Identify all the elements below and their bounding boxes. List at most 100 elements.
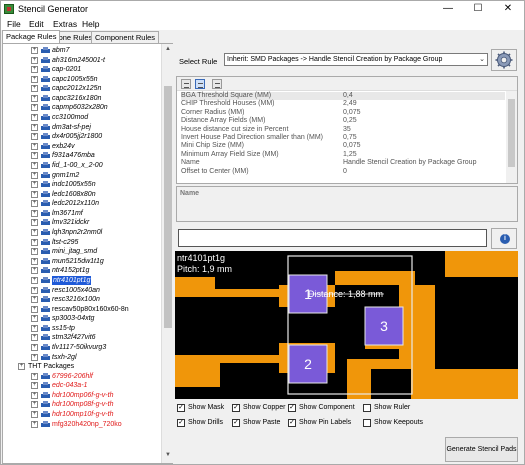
- expand-icon[interactable]: +: [31, 56, 38, 64]
- checkbox-unchecked-icon[interactable]: [363, 404, 371, 412]
- property-grid-scrollbar[interactable]: [506, 91, 517, 183]
- expand-icon[interactable]: +: [31, 75, 38, 83]
- generate-stencil-pads-button[interactable]: Generate Stencil Pads: [445, 437, 518, 462]
- expand-icon[interactable]: +: [31, 276, 38, 284]
- checkbox-checked-icon[interactable]: ✓: [232, 404, 240, 412]
- expand-icon[interactable]: +: [31, 152, 38, 160]
- expand-icon[interactable]: +: [31, 248, 38, 256]
- minimize-button[interactable]: —: [435, 1, 461, 17]
- expand-icon[interactable]: +: [31, 94, 38, 102]
- property-value[interactable]: 2,49: [343, 100, 357, 108]
- property-row[interactable]: Corner Radius (MM) 0,075: [181, 109, 505, 117]
- property-value[interactable]: 0,25: [343, 117, 357, 125]
- tree-item[interactable]: + gnm1m2: [3, 171, 161, 180]
- tree-item[interactable]: + ledc1608x80n: [3, 190, 161, 199]
- expand-icon[interactable]: +: [31, 181, 38, 189]
- menu-extras[interactable]: Extras: [53, 19, 77, 29]
- expand-icon[interactable]: +: [31, 171, 38, 179]
- expand-icon[interactable]: +: [31, 47, 38, 54]
- tree-item[interactable]: + capc2012x125n: [3, 84, 161, 93]
- checkbox-unchecked-icon[interactable]: [363, 419, 371, 427]
- tree-item[interactable]: + fid_1-00_x_2-00: [3, 161, 161, 170]
- tree-item[interactable]: + capc1005x55n: [3, 75, 161, 84]
- tree-item[interactable]: + tsxh-2gl: [3, 353, 161, 362]
- tab-component-rules[interactable]: Component Rules: [91, 31, 160, 43]
- expand-icon[interactable]: +: [31, 286, 38, 294]
- expand-icon[interactable]: +: [31, 343, 38, 351]
- menu-edit[interactable]: Edit: [29, 19, 44, 29]
- tree-item[interactable]: + dx4r005jj2r1800: [3, 132, 161, 141]
- expand-icon[interactable]: +: [31, 114, 38, 122]
- tree-item[interactable]: + lmv321idckr: [3, 218, 161, 227]
- expand-icon[interactable]: +: [31, 267, 38, 275]
- property-row[interactable]: Name Handle Stencil Creation by Package G…: [181, 159, 505, 167]
- scroll-down-arrow-icon[interactable]: ▼: [164, 452, 172, 460]
- tree-item[interactable]: + resc1005x40an: [3, 286, 161, 295]
- tree-item[interactable]: + exb24v: [3, 142, 161, 151]
- property-value[interactable]: 0,75: [343, 134, 357, 142]
- tree-item[interactable]: + dm3at-sf-pej: [3, 123, 161, 132]
- tree-item[interactable]: + THT Packages: [3, 362, 161, 371]
- property-value[interactable]: Handle Stencil Creation by Package Group: [343, 159, 476, 167]
- expand-icon[interactable]: +: [31, 133, 38, 141]
- expand-icon[interactable]: +: [31, 238, 38, 246]
- property-row[interactable]: CHIP Threshold Houses (MM) 2,49: [181, 100, 505, 108]
- tree-item[interactable]: + edc-043a-1: [3, 381, 161, 390]
- expand-icon[interactable]: +: [31, 104, 38, 112]
- checkbox-checked-icon[interactable]: ✓: [288, 404, 296, 412]
- property-value[interactable]: 0,4: [343, 92, 353, 100]
- expand-icon[interactable]: +: [18, 363, 25, 371]
- expand-icon[interactable]: +: [31, 391, 38, 399]
- tree-item[interactable]: + hdr100mp08f-g-v-th: [3, 400, 161, 409]
- expand-icon[interactable]: +: [31, 411, 38, 419]
- expand-icon[interactable]: +: [31, 123, 38, 131]
- expand-icon[interactable]: +: [31, 296, 38, 304]
- property-value[interactable]: 1,25: [343, 151, 357, 159]
- expand-icon[interactable]: +: [31, 190, 38, 198]
- tree-item[interactable]: +67996-206hlf: [3, 372, 161, 381]
- expand-icon[interactable]: +: [31, 66, 38, 74]
- property-grid-scroll-thumb[interactable]: [508, 99, 515, 167]
- expand-icon[interactable]: +: [31, 324, 38, 332]
- tree-item[interactable]: + lqh3npn2r2nm0l: [3, 228, 161, 237]
- expand-icon[interactable]: +: [31, 257, 38, 265]
- tree-item[interactable]: + cap-0201: [3, 65, 161, 74]
- tree-item[interactable]: + ah316m245001-t: [3, 56, 161, 65]
- tree-item[interactable]: + hdr100mp10f-g-v-th: [3, 410, 161, 419]
- checkbox-checked-icon[interactable]: ✓: [177, 404, 185, 412]
- property-row[interactable]: House distance cut size in Percent 35: [181, 126, 505, 134]
- expand-icon[interactable]: +: [31, 85, 38, 93]
- tree-item[interactable]: + mini_jtag_smd: [3, 247, 161, 256]
- tree-item[interactable]: + ss15-tp: [3, 324, 161, 333]
- expand-icon[interactable]: +: [31, 305, 38, 313]
- tree-item[interactable]: + resc3216x100n: [3, 295, 161, 304]
- expand-icon[interactable]: +: [31, 382, 38, 390]
- expand-icon[interactable]: +: [31, 209, 38, 217]
- expand-icon[interactable]: +: [31, 401, 38, 409]
- expand-icon[interactable]: +: [31, 334, 38, 342]
- tree-item[interactable]: + ntr4101pt1g: [3, 275, 161, 285]
- tree-item[interactable]: + ledc2012x110n: [3, 199, 161, 208]
- property-row[interactable]: Offset to Center (MM) 0: [181, 168, 505, 176]
- expand-icon[interactable]: +: [31, 229, 38, 237]
- tree-item[interactable]: + sp3003-04xtg: [3, 314, 161, 323]
- tree-item[interactable]: + abm7: [3, 46, 161, 55]
- tree-item[interactable]: + ltst-c295: [3, 238, 161, 247]
- search-input[interactable]: [178, 229, 487, 247]
- tree-item[interactable]: + stm32f427vit6: [3, 333, 161, 342]
- property-row[interactable]: BGA Threshold Square (MM) 0,4: [181, 92, 505, 100]
- menu-help[interactable]: Help: [82, 19, 99, 29]
- menu-file[interactable]: File: [7, 19, 21, 29]
- tree-item[interactable]: + hdr100mp06f-g-v-th: [3, 391, 161, 400]
- checkbox-checked-icon[interactable]: ✓: [232, 419, 240, 427]
- property-row[interactable]: Mini Chip Size (MM) 0,075: [181, 142, 505, 150]
- tree-item[interactable]: + mun5215dw1t1g: [3, 257, 161, 266]
- tree-item[interactable]: + tlv1117-50ikvurg3: [3, 343, 161, 352]
- expand-icon[interactable]: +: [31, 420, 38, 428]
- tree-item[interactable]: + cc3100mod: [3, 113, 161, 122]
- checkbox-checked-icon[interactable]: ✓: [288, 419, 296, 427]
- expand-icon[interactable]: +: [31, 353, 38, 361]
- categorized-view-icon[interactable]: [181, 79, 191, 89]
- expand-icon[interactable]: +: [31, 200, 38, 208]
- info-button[interactable]: i: [491, 228, 517, 249]
